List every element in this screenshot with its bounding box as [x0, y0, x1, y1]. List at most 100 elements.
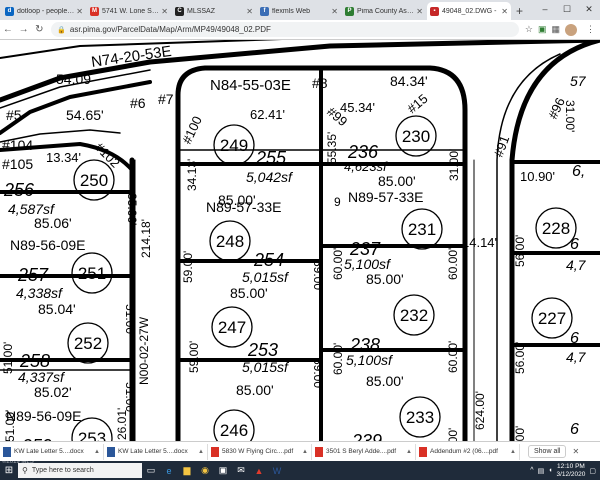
parcel-number-label: 252: [74, 334, 102, 353]
download-item[interactable]: 3501 S Beryl Adde....pdf ▲: [312, 443, 416, 460]
dimension-label: 54.09: [56, 71, 91, 87]
tab-close-icon[interactable]: ✕: [501, 7, 508, 16]
store-icon[interactable]: ▣: [214, 461, 232, 480]
dimension-label: 34.13': [185, 159, 199, 191]
download-name: KW Late Letter 5....docx: [118, 448, 188, 455]
url-text: asr.pima.gov/ParcelData/Map/Arm/MP49/490…: [69, 25, 271, 34]
browser-tab[interactable]: d dotloop - peoplew... ✕: [2, 2, 86, 20]
tab-close-icon[interactable]: ✕: [416, 7, 423, 16]
tab-label: flexmls Web: [272, 7, 310, 15]
clock[interactable]: 12:10 PM 3/12/2020: [556, 463, 585, 479]
lot-marker-label: #15: [404, 91, 430, 116]
dimension-label: 85.06': [34, 215, 72, 231]
new-tab-button[interactable]: +: [516, 4, 523, 18]
search-placeholder: Type here to search: [31, 467, 94, 474]
show-all-button[interactable]: Show all: [528, 445, 567, 458]
chevron-up-icon[interactable]: ▲: [510, 449, 516, 455]
lot-number-label: 5,015sf: [242, 269, 290, 285]
chevron-up-icon[interactable]: ▲: [94, 449, 100, 455]
lot-number-label: 6,: [572, 163, 585, 180]
tab-close-icon[interactable]: ✕: [76, 7, 83, 16]
parcel-number-label: 249: [220, 136, 248, 155]
parcel-number-label: 233: [406, 408, 434, 427]
tab-close-icon[interactable]: ✕: [161, 7, 168, 16]
lot-number-label: 4,338sf: [16, 285, 64, 301]
grid-icon[interactable]: ▦: [551, 24, 560, 35]
word-icon: [3, 446, 11, 457]
acrobat-icon[interactable]: ▲: [250, 461, 268, 480]
clock-date: 3/12/2020: [556, 470, 586, 478]
chevron-up-icon[interactable]: ▲: [406, 449, 412, 455]
dimension-label: 60.00': [331, 343, 345, 375]
tab-close-icon[interactable]: ✕: [331, 7, 338, 16]
taskbar-search[interactable]: ⚲ Type here to search: [18, 463, 142, 478]
bearing-label: N84-55-03E: [210, 77, 291, 94]
dimension-label: 10.90': [520, 169, 555, 184]
tab-label: MLSSAZ: [187, 7, 216, 15]
browser-tab[interactable]: C MLSSAZ ✕: [172, 2, 256, 20]
pima-icon: P: [345, 6, 354, 16]
avatar[interactable]: [565, 23, 577, 36]
mail-icon[interactable]: ✉: [232, 461, 250, 480]
volume-icon[interactable]: ◖: [548, 467, 552, 474]
dimension-label: 214.18': [139, 219, 153, 258]
browser-tab[interactable]: PPima County Assess...✕: [342, 2, 426, 20]
star-icon[interactable]: ☆: [525, 24, 533, 35]
pdf-viewport[interactable]: N74-20-53E N84-55-03E N89-57-33E N89-57-33E…: [0, 40, 600, 441]
bearing-label: N89-57-33E: [348, 189, 424, 205]
chevron-up-icon[interactable]: ▲: [302, 449, 308, 455]
tray-chevron-icon[interactable]: ^: [530, 467, 533, 474]
reload-icon[interactable]: ↻: [31, 24, 47, 35]
dimension-label: 59.00': [181, 251, 195, 283]
back-arrow-icon[interactable]: ←: [0, 24, 16, 35]
browser-tab[interactable]: ▪ 49048_02.DWG - ✕: [427, 2, 511, 20]
map-label: 9: [334, 195, 341, 209]
dimension-label: 56.00': [513, 235, 527, 267]
chrome-icon[interactable]: ◉: [196, 461, 214, 480]
download-item[interactable]: 5830 W Flying Circ....pdf ▲: [208, 443, 312, 460]
windows-start-icon[interactable]: ⊞: [0, 465, 18, 476]
extension-icon[interactable]: ▣: [538, 24, 547, 35]
task-view-icon[interactable]: ▭: [142, 461, 160, 480]
browser-tab[interactable]: M5741 W. Lone Star D...✕: [87, 2, 171, 20]
minimize-button[interactable]: –: [534, 0, 556, 20]
lot-marker-label: #8: [312, 75, 328, 91]
download-shelf: KW Late Letter 5....docx ▲ KW Late Letter …: [0, 441, 600, 461]
edge-icon[interactable]: e: [160, 461, 178, 480]
file-explorer-icon[interactable]: ▆: [178, 461, 196, 480]
parcel-map[interactable]: N74-20-53EN84-55-03EN89-57-33EN89-57-33E…: [0, 40, 600, 441]
address-bar[interactable]: 🔒 asr.pima.gov/ParcelData/Map/Arm/MP49/4…: [51, 22, 519, 37]
maximize-button[interactable]: ☐: [556, 0, 578, 20]
download-item[interactable]: KW Late Letter 5....docx ▲: [104, 443, 208, 460]
close-shelf-button[interactable]: ✕: [572, 447, 579, 456]
dimension-label: 35.06': [125, 193, 139, 225]
system-tray: ^ ▤ ◖ 12:10 PM 3/12/2020 ▢: [530, 463, 600, 479]
download-item[interactable]: Addendum #2 (06....pdf ▲: [416, 443, 520, 460]
download-item[interactable]: KW Late Letter 5....docx ▲: [0, 443, 104, 460]
notification-icon[interactable]: ▢: [589, 467, 596, 475]
word-icon[interactable]: W: [268, 461, 286, 480]
lot-number-label: 258: [19, 351, 50, 371]
network-icon[interactable]: ▤: [538, 467, 545, 475]
dimension-label: 60.00': [331, 248, 345, 280]
dimension-label: 85.00': [230, 285, 268, 301]
gmail-icon: M: [90, 6, 99, 16]
flexmls-icon: f: [260, 6, 269, 16]
dimension-label: 14.14': [462, 235, 497, 250]
parcel-number-label: 248: [216, 232, 244, 251]
dimension-label: 62.41': [250, 107, 285, 122]
browser-tab[interactable]: f flexmls Web ✕: [257, 2, 341, 20]
lot-marker-label: #105: [2, 156, 33, 172]
pdf-icon: ▪: [430, 6, 439, 16]
lot-marker-label: #91: [491, 134, 513, 160]
search-icon: ⚲: [22, 466, 28, 475]
lot-number-label: 5,100sf: [346, 352, 394, 368]
pdf-icon: [211, 446, 219, 457]
tab-close-icon[interactable]: ✕: [246, 7, 253, 16]
lot-number-label: 4,587sf: [8, 201, 56, 217]
forward-arrow-icon[interactable]: →: [16, 24, 32, 35]
menu-icon[interactable]: ⋮: [586, 24, 595, 35]
chevron-up-icon[interactable]: ▲: [198, 449, 204, 455]
parcel-number-label: 247: [218, 318, 246, 337]
close-window-button[interactable]: ✕: [578, 0, 600, 20]
